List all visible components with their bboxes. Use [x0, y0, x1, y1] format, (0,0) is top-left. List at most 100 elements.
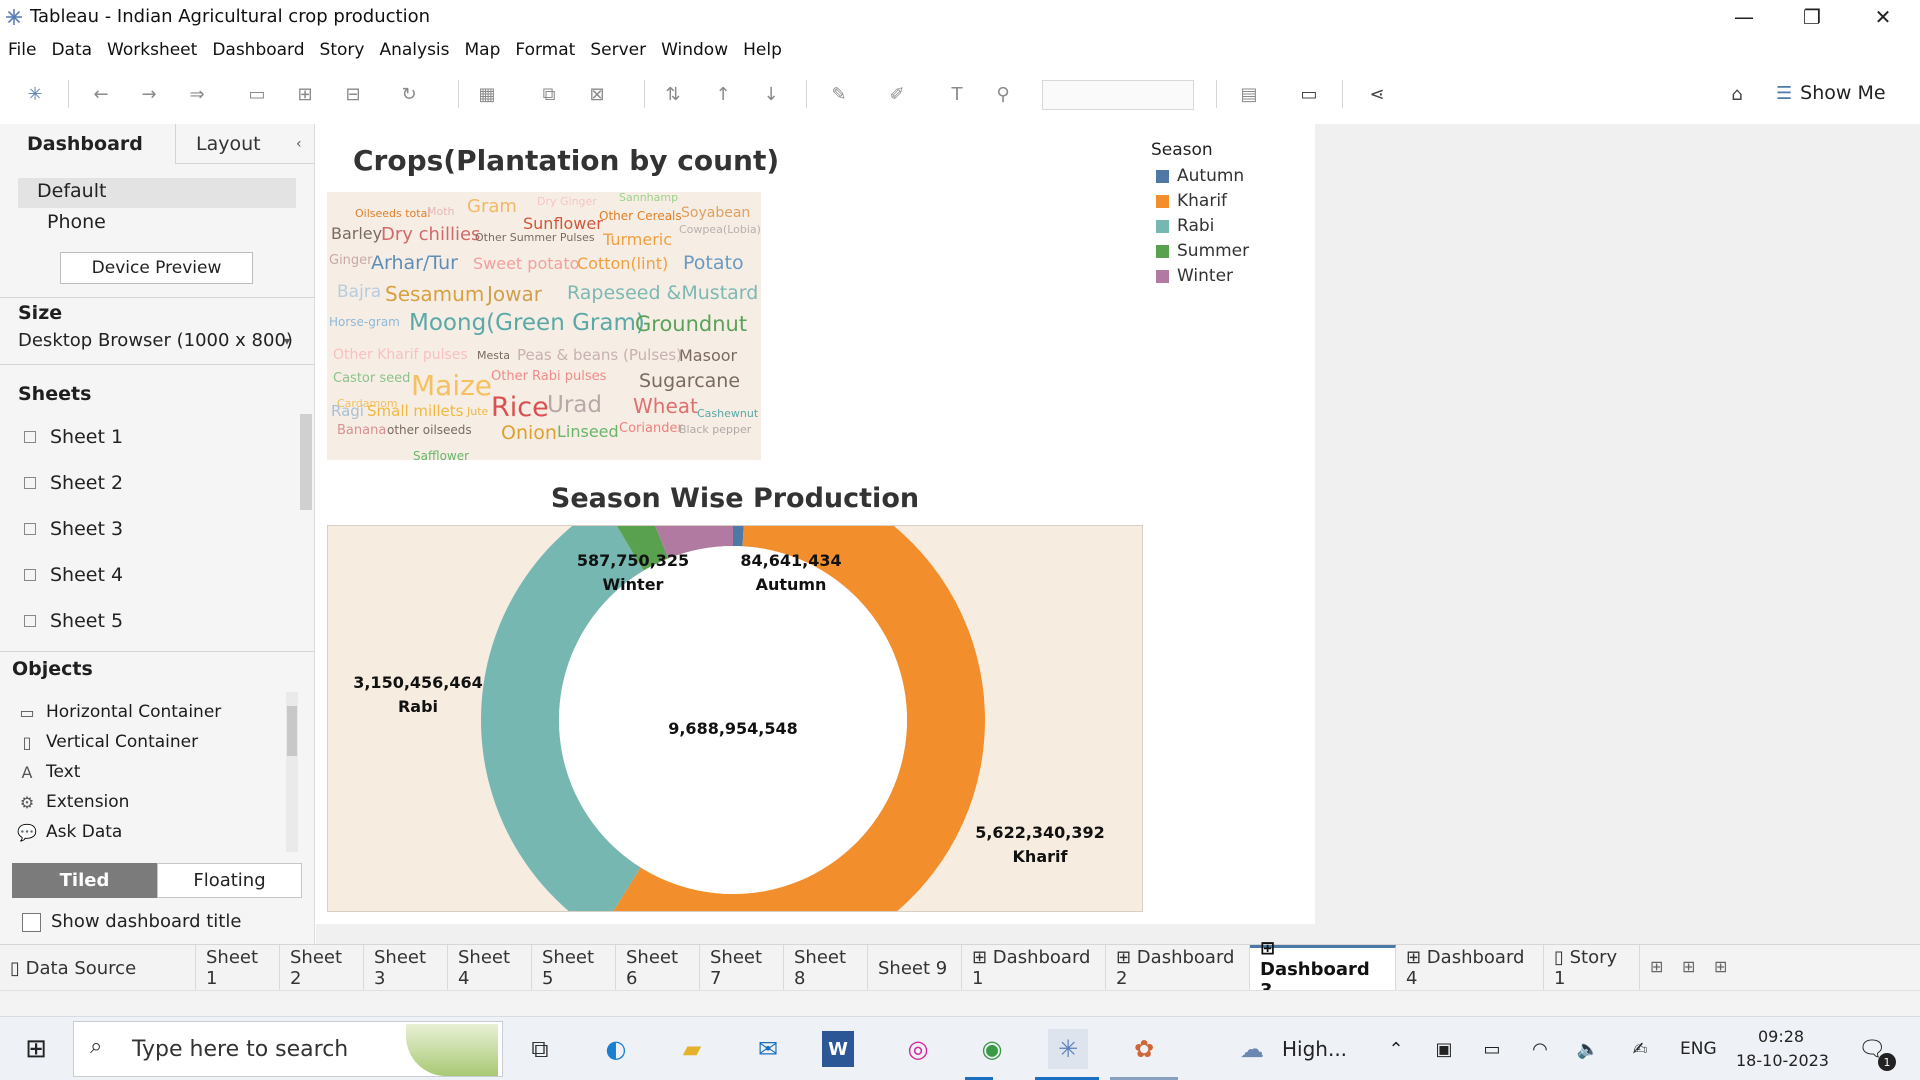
sheet-tab-sheet-7[interactable]: Sheet 7	[700, 945, 784, 991]
crop-word[interactable]: Urad	[547, 394, 602, 417]
show-me-button[interactable]: ☰ Show Me	[1776, 82, 1886, 104]
crop-word[interactable]: Other Summer Pulses	[475, 232, 595, 243]
crop-word[interactable]: Bajra	[337, 284, 381, 301]
crop-word[interactable]: Cotton(lint)	[577, 256, 668, 272]
crop-word[interactable]: Dry chillies	[381, 226, 480, 244]
crop-word[interactable]: Cowpea(Lobia)	[679, 224, 761, 235]
crop-word[interactable]: Cashewnut	[697, 408, 758, 419]
edge-icon[interactable]: ◐	[596, 1029, 636, 1069]
minimize-button[interactable]: —	[1714, 2, 1774, 32]
crop-word[interactable]: Sunflower	[523, 216, 603, 232]
legend-item[interactable]: Summer	[1156, 241, 1249, 261]
legend-item[interactable]: Winter	[1156, 266, 1233, 286]
crop-word[interactable]: Mesta	[477, 350, 510, 361]
object-text[interactable]: A Text	[16, 762, 81, 782]
sort-ascending-icon[interactable]: ↑	[710, 82, 736, 106]
presentation-icon[interactable]: ▭	[1296, 82, 1322, 106]
tab-layout[interactable]: Layout	[196, 124, 261, 164]
crop-word[interactable]: other oilseeds	[387, 424, 472, 436]
sheet-item[interactable]: Sheet 1	[24, 426, 123, 448]
tableau-logo-icon[interactable]: ✳	[22, 82, 48, 106]
device-preview-button[interactable]: Device Preview	[60, 252, 253, 284]
crop-word[interactable]: Dry Ginger	[537, 196, 597, 207]
pin-icon[interactable]: ⚲	[990, 82, 1016, 106]
menu-file[interactable]: File	[8, 40, 36, 60]
sheet-tab-story-1[interactable]: ▯ Story 1	[1544, 945, 1640, 991]
clock-time[interactable]: 09:28	[1758, 1027, 1804, 1046]
crop-word[interactable]: Groundnut	[635, 314, 747, 335]
new-dashboard-tab-icon[interactable]: ⊞	[1682, 957, 1695, 976]
crop-word[interactable]: Small millets	[367, 404, 463, 419]
crop-word[interactable]: Arhar/Tur	[371, 254, 458, 273]
legend-item[interactable]: Rabi	[1156, 216, 1214, 236]
new-worksheet-tab-icon[interactable]: ⊞	[1650, 957, 1663, 976]
format-painter-icon[interactable]: ⌂	[1724, 82, 1750, 106]
chevron-down-icon[interactable]: ▾	[284, 334, 290, 348]
crop-word[interactable]: Banana	[337, 424, 386, 437]
share-icon[interactable]: ⋖	[1364, 82, 1390, 106]
taskbar-search-box[interactable]: ⌕ Type here to search	[73, 1021, 503, 1077]
crop-word[interactable]: Other Kharif pulses	[333, 348, 468, 362]
crop-word[interactable]: Black pepper	[679, 424, 751, 435]
crop-word[interactable]: Turmeric	[603, 232, 672, 248]
sheet-tab-sheet-6[interactable]: Sheet 6	[616, 945, 700, 991]
crop-word[interactable]: Soyabean	[681, 206, 750, 220]
crop-word[interactable]: Horse-gram	[329, 316, 400, 328]
sheet-tab-sheet-4[interactable]: Sheet 4	[448, 945, 532, 991]
object-ask-data[interactable]: 💬 Ask Data	[16, 822, 122, 842]
floating-toggle[interactable]: Floating	[157, 863, 302, 898]
sheet-tab-sheet-3[interactable]: Sheet 3	[364, 945, 448, 991]
menu-data[interactable]: Data	[51, 40, 92, 60]
menu-server[interactable]: Server	[590, 40, 646, 60]
sheet-tab-sheet-8[interactable]: Sheet 8	[784, 945, 868, 991]
sheet-item[interactable]: Sheet 2	[24, 472, 123, 494]
sheet-item[interactable]: Sheet 5	[24, 610, 123, 632]
mail-icon[interactable]: ✉	[748, 1029, 788, 1069]
crop-word[interactable]: Gram	[467, 198, 517, 216]
sheet-item[interactable]: Sheet 3	[24, 518, 123, 540]
sheet-tab-sheet-9[interactable]: Sheet 9	[868, 945, 962, 991]
labels-icon[interactable]: T	[944, 82, 970, 106]
menu-map[interactable]: Map	[465, 40, 501, 60]
crop-word[interactable]: Linseed	[557, 424, 619, 440]
crop-word[interactable]: Safflower	[413, 450, 469, 460]
legend-item[interactable]: Kharif	[1156, 191, 1227, 211]
menu-format[interactable]: Format	[515, 40, 575, 60]
chevron-up-icon[interactable]: ⌃	[1376, 1029, 1416, 1069]
chrome-icon[interactable]: ◉	[972, 1029, 1012, 1069]
instagram-icon[interactable]: ◎	[898, 1029, 938, 1069]
crop-word[interactable]: Moong(Green Gram)	[409, 312, 645, 335]
clock-date[interactable]: 18-10-2023	[1736, 1051, 1829, 1070]
crop-word[interactable]: Other Cereals	[599, 210, 682, 222]
paint-icon[interactable]: ✿	[1124, 1029, 1164, 1069]
crop-word[interactable]: Onion	[501, 424, 557, 443]
object-horizontal-container[interactable]: ▭ Horizontal Container	[16, 702, 221, 722]
language-indicator[interactable]: ENG	[1680, 1039, 1717, 1059]
crop-word[interactable]: Other Rabi pulses	[491, 370, 606, 383]
crop-word[interactable]: Wheat	[633, 396, 698, 416]
menu-analysis[interactable]: Analysis	[379, 40, 449, 60]
sheet-tab-data-source[interactable]: ▯ Data Source	[0, 945, 196, 991]
pause-updates-icon[interactable]: ⊟	[340, 82, 366, 106]
crop-word[interactable]: Coriander	[619, 422, 683, 435]
menu-worksheet[interactable]: Worksheet	[107, 40, 197, 60]
collapse-pane-icon[interactable]: ‹	[296, 124, 302, 164]
sheet-tab-sheet-1[interactable]: Sheet 1	[196, 945, 280, 991]
fit-dropdown[interactable]	[1042, 80, 1194, 110]
wifi-icon[interactable]: ◠	[1520, 1029, 1560, 1069]
undo-icon[interactable]: ←	[88, 82, 114, 106]
crop-word[interactable]: Barley	[331, 226, 382, 242]
tableau-taskbar-icon[interactable]: ✳	[1048, 1029, 1088, 1069]
meet-icon[interactable]: ▣	[1424, 1029, 1464, 1069]
object-extension[interactable]: ⚙ Extension	[16, 792, 130, 812]
close-window-button[interactable]: ✕	[1853, 2, 1913, 32]
highlight-icon[interactable]: ✎	[826, 82, 852, 106]
crop-word[interactable]: Rapeseed &Mustard	[567, 284, 758, 303]
group-icon[interactable]: ✐	[884, 82, 910, 106]
crop-word[interactable]: Peas & beans (Pulses)	[517, 348, 682, 363]
refresh-icon[interactable]: ↻	[396, 82, 422, 106]
clear-sheet-icon[interactable]: ⊠	[584, 82, 610, 106]
sheet-tab-sheet-5[interactable]: Sheet 5	[532, 945, 616, 991]
legend-item[interactable]: Autumn	[1156, 166, 1244, 186]
crop-word[interactable]: Masoor	[679, 348, 737, 364]
